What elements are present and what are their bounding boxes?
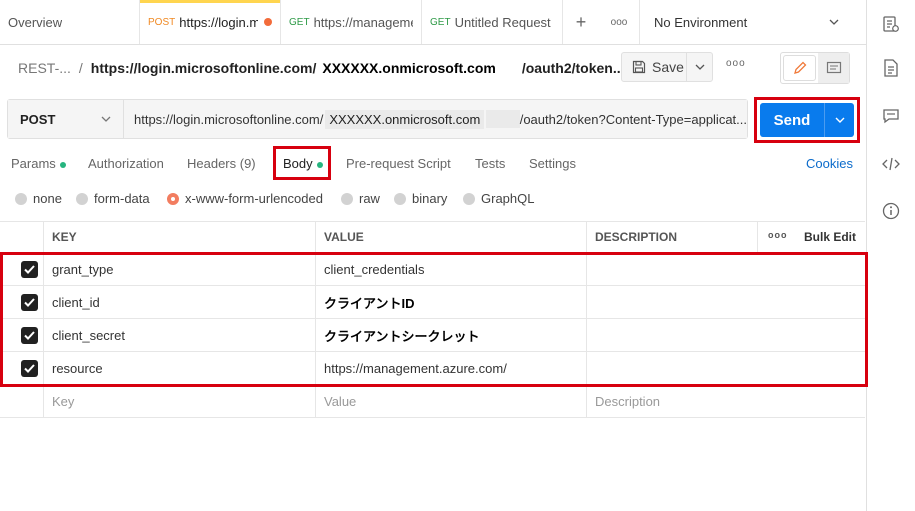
column-key: KEY (43, 222, 315, 252)
request-config-tabs: Params Authorization Headers (9) Body Pr… (0, 150, 866, 178)
breadcrumb: REST-... / https://login.microsoftonline.c… (0, 60, 625, 76)
column-description: DESCRIPTION (586, 222, 757, 252)
url-tenant: XXXXXX.onmicrosoft.com (325, 109, 485, 129)
breadcrumb-url[interactable]: https://login.microsoftonline.com/ (91, 60, 317, 76)
radio-raw[interactable]: raw (341, 191, 380, 206)
url-redacted-block (486, 110, 520, 128)
body-highlight-box (273, 146, 331, 180)
radio-circle-icon (463, 192, 475, 205)
column-value: VALUE (315, 222, 586, 252)
tab-method: POST (148, 16, 176, 28)
save-icon (632, 60, 646, 74)
documentation-icon[interactable] (881, 58, 901, 78)
table-more-button[interactable]: ooo (768, 230, 788, 240)
radio-selected-icon (167, 192, 179, 205)
environment-label: No Environment (654, 14, 748, 30)
breadcrumb-separator: / (78, 60, 83, 76)
tab-overview[interactable]: Overview (0, 0, 140, 44)
new-key-input[interactable]: Key (43, 385, 74, 417)
breadcrumb-collection[interactable]: REST-... (18, 60, 71, 76)
breadcrumb-tenant: XXXXXX.onmicrosoft.com (322, 60, 496, 76)
tab-untitled-request[interactable]: GET Untitled Request (422, 0, 563, 44)
tab-params-label: Params (11, 156, 56, 171)
table-header: KEY VALUE DESCRIPTION ooo Bulk Edit (0, 221, 865, 253)
radio-binary[interactable]: binary (394, 191, 447, 206)
save-button-main[interactable]: Save (622, 59, 686, 75)
comment-mode-button[interactable] (818, 53, 849, 83)
save-label: Save (652, 59, 684, 75)
new-description-input[interactable]: Description (586, 385, 660, 417)
request-more-button[interactable]: ooo (726, 58, 746, 69)
radio-graphql[interactable]: GraphQL (463, 191, 534, 206)
environment-select[interactable]: No Environment (639, 0, 851, 44)
tab-get-management[interactable]: GET https://managemen (281, 0, 422, 44)
url-prefix: https://login.microsoftonline.com/ (134, 111, 324, 127)
method-label: POST (20, 111, 56, 127)
view-mode-toggle (780, 52, 850, 84)
send-button[interactable]: Send (760, 103, 854, 137)
more-icon: ooo (610, 16, 628, 28)
breadcrumb-url-suffix: /oauth2/token... (521, 60, 625, 76)
plus-icon: + (575, 11, 587, 32)
params-indicator-icon (59, 161, 66, 168)
tab-prerequest-script[interactable]: Pre-request Script (346, 156, 451, 171)
unsaved-dot-icon (264, 18, 272, 26)
tab-label: Untitled Request (454, 14, 551, 30)
tab-label: https://managemen (313, 14, 413, 30)
radio-label: GraphQL (481, 191, 535, 206)
tab-settings[interactable]: Settings (529, 156, 576, 171)
tab-headers[interactable]: Headers (9) (187, 156, 256, 171)
request-tab-bar: Overview POST https://login.mic GET http… (0, 0, 866, 45)
send-label[interactable]: Send (760, 103, 824, 137)
send-options-button[interactable] (824, 103, 854, 137)
table-row-new: Key Value Description (0, 385, 865, 418)
radio-circle-icon (341, 192, 353, 205)
tab-tests[interactable]: Tests (475, 156, 505, 171)
radio-label: binary (412, 191, 448, 206)
radio-label: none (33, 191, 62, 206)
chevron-down-icon (695, 64, 704, 70)
radio-circle-icon (76, 192, 88, 205)
tab-params[interactable]: Params (11, 156, 66, 171)
right-sidebar (866, 0, 915, 511)
tab-method: GET (289, 16, 310, 28)
comment-icon (826, 61, 841, 74)
radio-label: x-www-form-urlencoded (185, 191, 323, 206)
environment-quick-look-icon[interactable] (881, 14, 901, 34)
new-tab-button[interactable]: + (563, 0, 599, 44)
tab-authorization[interactable]: Authorization (88, 156, 164, 171)
chevron-down-icon (829, 19, 839, 25)
url-input[interactable]: https://login.microsoftonline.com/XXXXXX… (124, 100, 747, 138)
save-button[interactable]: Save (621, 52, 713, 82)
chevron-down-icon (101, 116, 111, 122)
radio-circle-icon (15, 192, 27, 205)
request-url-bar: POST https://login.microsoftonline.com/X… (7, 99, 748, 139)
url-suffix: /oauth2/token?Content-Type=applicat... (519, 111, 747, 127)
send-highlight-box: Send (754, 97, 860, 143)
method-select[interactable]: POST (8, 100, 124, 138)
radio-label: form-data (94, 191, 150, 206)
rows-highlight-box (0, 252, 868, 387)
tab-post-login[interactable]: POST https://login.mic (140, 0, 281, 44)
radio-none[interactable]: none (15, 191, 62, 206)
new-value-input[interactable]: Value (315, 385, 356, 417)
tab-label: https://login.mic (179, 14, 258, 30)
tab-label: Overview (8, 14, 63, 30)
cookies-link[interactable]: Cookies (806, 156, 853, 171)
radio-circle-icon (394, 192, 406, 205)
save-options-button[interactable] (686, 53, 712, 81)
radio-label: raw (359, 191, 380, 206)
info-icon[interactable] (881, 201, 901, 221)
edit-mode-button[interactable] (783, 55, 816, 81)
chevron-down-icon (835, 117, 844, 123)
radio-x-www-form-urlencoded[interactable]: x-www-form-urlencoded (167, 191, 323, 206)
request-header: REST-... / https://login.microsoftonline.c… (0, 46, 866, 90)
radio-form-data[interactable]: form-data (76, 191, 150, 206)
comments-icon[interactable] (881, 106, 901, 126)
tab-more-button[interactable]: ooo (599, 0, 639, 44)
tab-method: GET (430, 16, 451, 28)
pencil-icon (793, 61, 806, 74)
code-icon[interactable] (881, 154, 901, 174)
bulk-edit-button[interactable]: Bulk Edit (804, 230, 856, 244)
